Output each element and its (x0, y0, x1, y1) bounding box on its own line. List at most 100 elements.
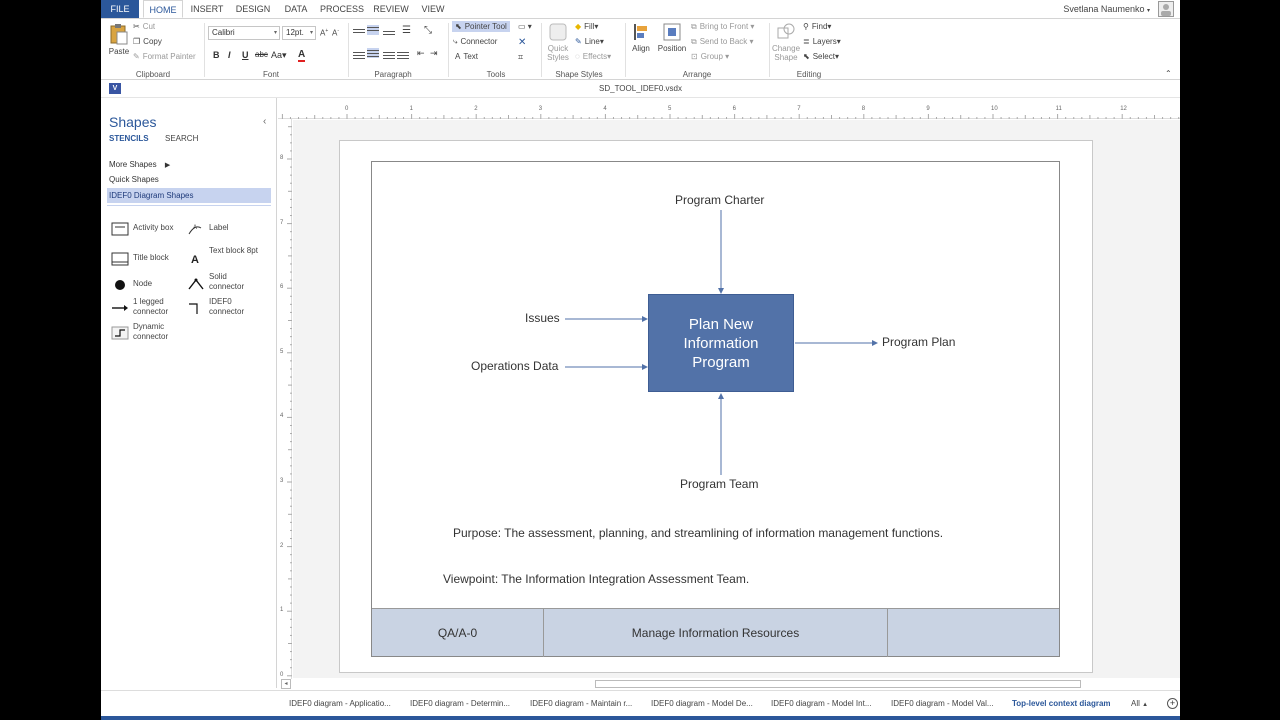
bring-to-front-button[interactable]: ⧉ Bring to Front ▾ (691, 22, 754, 32)
ruler-label: 9 (926, 106, 930, 112)
page-tab-1[interactable]: IDEF0 diagram - Applicatio... (289, 699, 391, 708)
change-shape-button[interactable]: Change Shape (772, 22, 800, 62)
font-color-button[interactable]: A (298, 50, 306, 62)
position-button[interactable]: Position (656, 22, 688, 53)
shrink-font-button[interactable]: A- (332, 28, 339, 38)
strikethrough-button[interactable]: abc (255, 50, 268, 59)
grow-font-button[interactable]: A+ (320, 28, 328, 38)
stencil-idef0-shapes[interactable]: IDEF0 Diagram Shapes (107, 188, 271, 203)
line-button[interactable]: ✎ Line▾ (575, 37, 604, 46)
shape-label[interactable]: A Label (185, 220, 260, 244)
tab-review[interactable]: REVIEW (371, 0, 411, 18)
format-painter-icon: ✎ (133, 52, 140, 62)
shape-text-block[interactable]: A Text block 8pt (185, 246, 260, 270)
decrease-indent-button[interactable]: ⇤ (417, 48, 425, 59)
collapse-ribbon-icon[interactable]: ⌃ (1165, 69, 1172, 78)
user-name[interactable]: Svetlana Naumenko ▾ (1063, 0, 1150, 18)
group-icon: ⊡ (691, 52, 698, 62)
page-tab-2[interactable]: IDEF0 diagram - Determin... (410, 699, 510, 708)
tab-view[interactable]: VIEW (419, 0, 447, 18)
drawing-page[interactable]: Program Charter Issues Operations Data P… (339, 140, 1093, 673)
tab-stencils[interactable]: STENCILS (109, 134, 149, 143)
select-button[interactable]: ⬉ Select▾ (803, 52, 839, 61)
crop-icon[interactable]: ⌗ (518, 52, 523, 63)
collapse-pane-icon[interactable]: ‹ (263, 116, 266, 127)
input-label-operations-data[interactable]: Operations Data (471, 359, 558, 373)
effects-button[interactable]: ◌ Effects▾ (575, 52, 611, 61)
effects-icon: ◌ (575, 52, 580, 62)
copy-button[interactable]: ❐ Copy (133, 37, 162, 46)
justify-button[interactable] (397, 50, 409, 60)
stencil-more-shapes[interactable]: More Shapes ▶ (107, 157, 271, 172)
scrollbar-thumb[interactable] (595, 680, 1081, 688)
align-left-button[interactable] (353, 50, 365, 60)
tab-data[interactable]: DATA (281, 0, 311, 18)
mechanism-label[interactable]: Program Team (680, 477, 758, 491)
shape-one-legged-connector[interactable]: 1 legged connector (109, 297, 184, 321)
page-tab-5[interactable]: IDEF0 diagram - Model Int... (771, 699, 871, 708)
rectangle-tool-button[interactable]: ▭ ▾ (518, 22, 532, 31)
page-tab-4[interactable]: IDEF0 diagram - Model De... (651, 699, 753, 708)
output-label[interactable]: Program Plan (882, 335, 955, 349)
viewpoint-text[interactable]: Viewpoint: The Information Integration A… (443, 572, 749, 586)
font-family-select[interactable]: Calibri ▾ (208, 26, 280, 40)
title-block[interactable]: QA/A-0 Manage Information Resources (372, 608, 1059, 657)
underline-button[interactable]: U (242, 50, 249, 60)
align-center-button[interactable] (367, 48, 379, 58)
activity-box[interactable]: Plan New Information Program (648, 294, 794, 392)
input-label-issues[interactable]: Issues (525, 311, 560, 325)
text-direction-button[interactable]: ⤡ (424, 25, 432, 36)
italic-button[interactable]: I (228, 50, 231, 60)
shape-dynamic-connector[interactable]: Dynamic connector (109, 322, 184, 346)
layers-icon: ≣ (803, 37, 810, 47)
pointer-tool-button[interactable]: ⬉ Pointer Tool (452, 21, 510, 33)
find-button[interactable]: ⚲ Find▾ (803, 22, 831, 31)
bold-button[interactable]: B (213, 50, 220, 60)
connector-tool-button[interactable]: ⤷ Connector (453, 37, 497, 47)
font-size-select[interactable]: 12pt. ▾ (282, 26, 316, 40)
control-label[interactable]: Program Charter (675, 193, 764, 207)
purpose-text[interactable]: Purpose: The assessment, planning, and s… (453, 526, 943, 540)
ruler-label: 7 (280, 219, 284, 226)
add-page-icon[interactable]: + (1167, 698, 1178, 709)
text-tool-button[interactable]: A Text (455, 52, 478, 61)
close-icon[interactable]: ✕ (518, 37, 526, 48)
tab-home[interactable]: HOME (143, 0, 183, 18)
stencil-quick-shapes[interactable]: Quick Shapes (107, 172, 271, 187)
all-pages-button[interactable]: All ▲ (1131, 699, 1148, 708)
paste-button[interactable]: Paste (107, 23, 131, 56)
align-middle-button[interactable] (367, 25, 379, 35)
scroll-left-icon[interactable]: ◂ (281, 679, 291, 689)
shape-title-block[interactable]: Title block (109, 250, 184, 274)
page-tab-3[interactable]: IDEF0 diagram - Maintain r... (530, 699, 632, 708)
tab-file[interactable]: FILE (101, 0, 139, 18)
align-bottom-button[interactable] (383, 29, 395, 39)
quick-styles-button[interactable]: Quick Styles (545, 22, 571, 62)
shape-idef0-connector[interactable]: IDEF0 connector (185, 297, 260, 321)
tab-insert[interactable]: INSERT (189, 0, 225, 18)
tab-design[interactable]: DESIGN (233, 0, 273, 18)
align-top-button[interactable] (353, 27, 365, 37)
group-button[interactable]: ⊡ Group ▾ (691, 52, 729, 61)
align-right-button[interactable] (383, 50, 395, 60)
shape-solid-connector[interactable]: Solid connector (185, 272, 260, 296)
fill-button[interactable]: ◆ Fill▾ (575, 22, 598, 31)
bullets-button[interactable]: ☰ (402, 25, 411, 36)
ruler-label: 4 (280, 413, 284, 420)
cut-button[interactable]: ✂ Cut (133, 22, 155, 31)
increase-indent-button[interactable]: ⇥ (430, 48, 438, 59)
tab-process[interactable]: PROCESS (319, 0, 365, 18)
layers-button[interactable]: ≣ Layers▾ (803, 37, 841, 46)
page-tab-6[interactable]: IDEF0 diagram - Model Val... (891, 699, 994, 708)
drawing-canvas[interactable]: Program Charter Issues Operations Data P… (293, 120, 1180, 678)
ruler-label: 7 (797, 106, 801, 112)
change-case-button[interactable]: Aa▾ (271, 50, 287, 61)
horizontal-scrollbar[interactable]: ◂ (281, 679, 1180, 690)
align-button[interactable]: Align (629, 22, 653, 53)
user-avatar-icon[interactable] (1158, 1, 1174, 17)
tab-search[interactable]: SEARCH (165, 134, 198, 143)
page-tab-active[interactable]: Top-level context diagram (1012, 699, 1111, 708)
format-painter-button[interactable]: ✎ Format Painter (133, 52, 196, 61)
send-to-back-button[interactable]: ⧉ Send to Back ▾ (691, 37, 754, 47)
shape-activity-box[interactable]: Activity box (109, 220, 184, 244)
